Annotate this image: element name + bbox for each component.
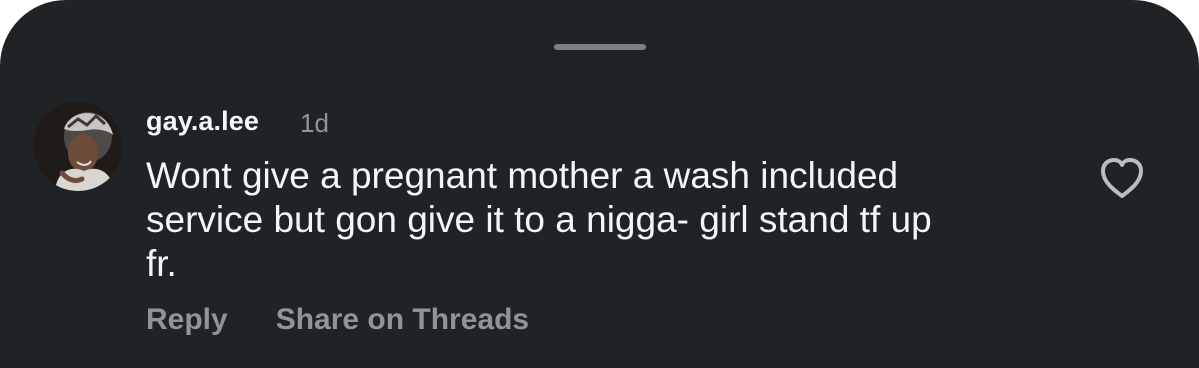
comments-sheet: gay.a.lee 1d Wont give a pregnant mother… (0, 0, 1199, 368)
comment-text-line: Wont give a pregnant mother a wash inclu… (146, 155, 899, 196)
sheet-grabber-handle[interactable] (554, 44, 646, 50)
avatar[interactable] (33, 101, 123, 191)
comment-username[interactable]: gay.a.lee (146, 106, 259, 137)
heart-icon[interactable] (1098, 156, 1146, 200)
share-on-threads-button[interactable]: Share on Threads (276, 303, 529, 337)
reply-button[interactable]: Reply (146, 303, 228, 337)
comment-text: Wont give a pregnant mother a wash inclu… (146, 154, 1046, 286)
comment-text-line: fr. (146, 243, 177, 284)
avatar-image (33, 101, 123, 191)
comment-timestamp: 1d (300, 108, 329, 138)
comment-text-line: service but gon give it to a nigga- girl… (146, 199, 932, 240)
comment-actions: Reply Share on Threads (146, 303, 529, 337)
